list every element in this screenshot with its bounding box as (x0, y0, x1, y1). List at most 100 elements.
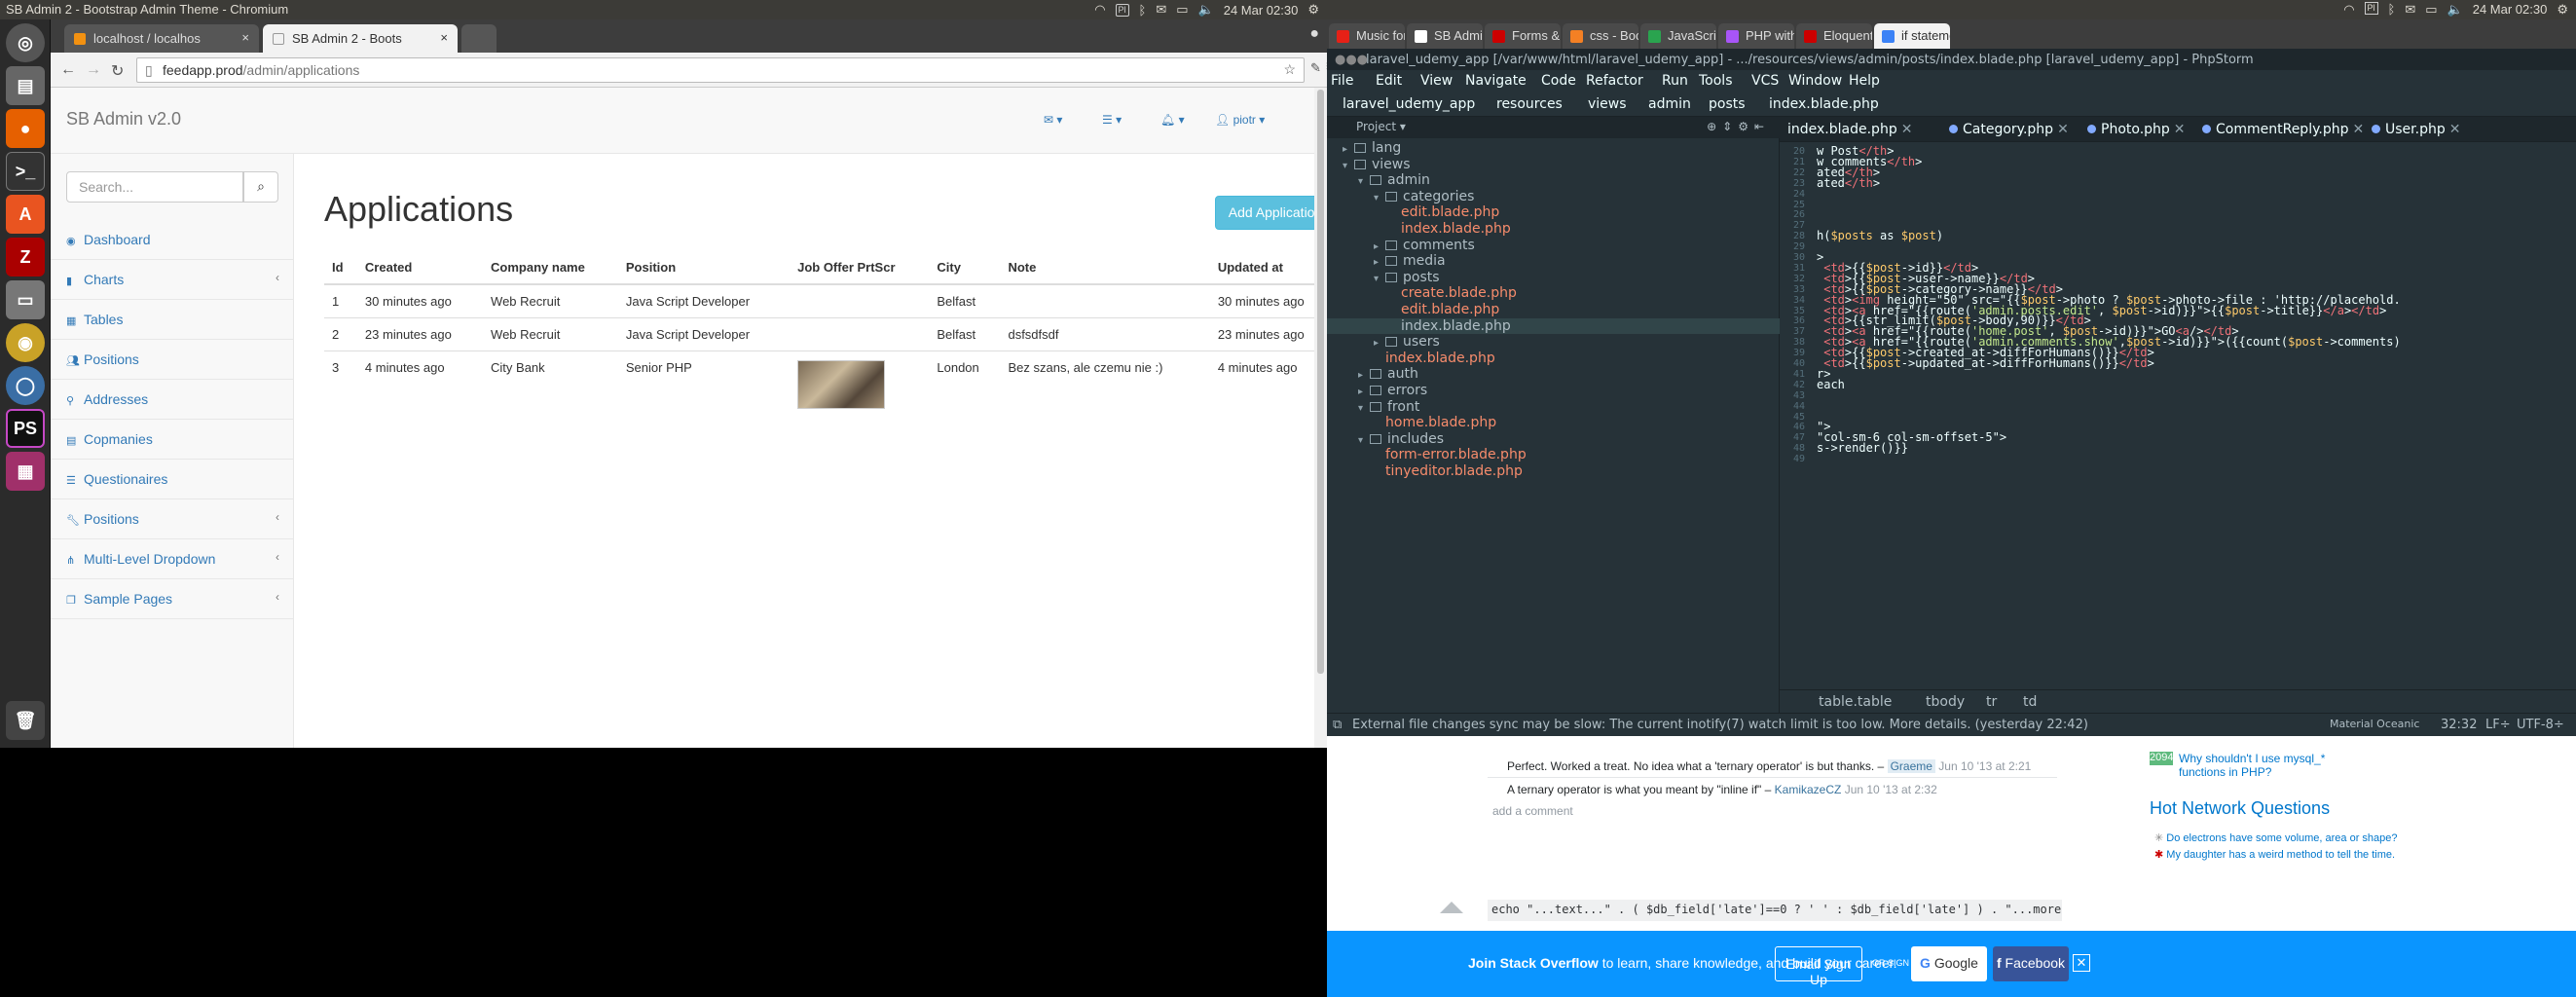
menu-vcs[interactable]: VCS (1751, 73, 1779, 89)
tree-file[interactable]: edit.blade.php (1389, 302, 1499, 317)
forward-icon[interactable]: → (86, 61, 101, 79)
close-icon[interactable]: ✕ (2174, 122, 2186, 137)
breadcrumb-item[interactable]: resources (1496, 96, 1563, 112)
editor-breadcrumb-item[interactable]: tbody (1926, 694, 1965, 710)
browser-tab[interactable]: Eloquent: Rel (1796, 23, 1872, 49)
window-controls-icon[interactable]: ●●● (1335, 53, 1368, 67)
job-offer-screenshot[interactable] (797, 360, 886, 409)
breadcrumb-item[interactable]: admin (1648, 96, 1691, 112)
sidebar-item-dashboard[interactable]: ◉ Dashboard (51, 220, 293, 260)
menu-help[interactable]: Help (1849, 73, 1880, 89)
comment-user-link[interactable]: Graeme (1887, 759, 1935, 773)
tree-file[interactable]: index.blade.php (1389, 221, 1511, 237)
sidebar-item-charts[interactable]: ▮ Charts ‹ (51, 260, 293, 300)
profile-icon[interactable]: ● (1309, 25, 1319, 43)
sidebar-item-multi-level-dropdown[interactable]: ⋔ Multi-Level Dropdown ‹ (51, 539, 293, 579)
terminal-icon[interactable]: >_ (6, 152, 45, 191)
menu-file[interactable]: File (1331, 73, 1353, 89)
breadcrumb-item[interactable]: views (1588, 96, 1627, 112)
mail-icon[interactable]: ✉ (1156, 2, 1166, 18)
tasks-dropdown-icon[interactable]: ☰ ▾ (1102, 113, 1122, 127)
wifi-icon[interactable]: ◠ (1094, 2, 1105, 18)
menu-view[interactable]: View (1420, 73, 1453, 89)
tab-phpmyadmin[interactable]: localhost / localhos × (64, 24, 259, 53)
phpstorm-icon[interactable]: PS (6, 409, 45, 448)
settings-gear-icon[interactable]: ⚙ (1307, 2, 1319, 18)
volume-icon[interactable]: 🔈 (2447, 2, 2463, 18)
editor-tab[interactable]: index.blade.php ✕ (1787, 122, 1912, 137)
sidebar-item-positions[interactable]: 👥︎ Positions (51, 340, 293, 380)
tab-sb-admin[interactable]: SB Admin 2 - Boots × (263, 24, 458, 53)
page-info-icon[interactable]: ▯ (145, 62, 153, 79)
search-button[interactable]: ⌕ (243, 171, 278, 203)
close-icon[interactable]: ✕ (2449, 122, 2461, 137)
browser-tab[interactable]: if statement (1874, 23, 1950, 49)
chevron-right-icon[interactable]: ▸ (1358, 387, 1370, 397)
bluetooth-icon[interactable]: ᛒ (2388, 2, 2396, 18)
close-icon[interactable]: × (241, 30, 249, 45)
caret-position[interactable]: 32:32 (2441, 718, 2477, 732)
table-row[interactable]: 34 minutes ago City Bank Senior PHP London B… (324, 351, 1336, 421)
chevron-right-icon[interactable]: ▸ (1374, 257, 1385, 268)
editor-tab[interactable]: User.php ✕ (2372, 122, 2460, 137)
user-dropdown[interactable]: 👤︎ piotr ▾ (1215, 113, 1265, 127)
tree-folder[interactable]: ▸ errors (1358, 383, 1427, 398)
add-comment-link[interactable]: add a comment (1492, 804, 1573, 818)
table-row[interactable]: 1 30 minutes ago Web Recruit Java Script De… (324, 283, 1336, 318)
sidebar-item-tables[interactable]: ▦ Tables (51, 300, 293, 340)
tree-file[interactable]: edit.blade.php (1389, 204, 1499, 220)
tree-folder[interactable]: ▾ categories (1374, 189, 1474, 204)
tree-file[interactable]: tinyeditor.blade.php (1374, 463, 1523, 479)
hot-network-title[interactable]: Hot Network Questions (2150, 798, 2330, 819)
chevron-right-icon[interactable]: ▸ (1343, 144, 1354, 155)
notification-icon[interactable]: ⧉ (1333, 718, 1342, 732)
breadcrumb-item[interactable]: index.blade.php (1769, 96, 1879, 112)
tree-folder[interactable]: ▾ includes (1358, 431, 1444, 447)
browser-tab[interactable]: css - Bootstra (1563, 23, 1638, 49)
new-tab-button[interactable] (461, 24, 497, 53)
battery-icon[interactable]: ▭ (2425, 2, 2437, 18)
status-message[interactable]: External file changes sync may be slow: … (1352, 718, 2088, 732)
editor-tab[interactable]: CommentReply.php ✕ (2202, 122, 2364, 137)
hot-question-link[interactable]: ✱ My daughter has a weird method to tell… (2154, 848, 2395, 861)
bluetooth-icon[interactable]: ᛒ (1139, 3, 1147, 18)
close-icon[interactable]: ✕ (2057, 122, 2069, 137)
chevron-down-icon[interactable]: ▾ (1374, 193, 1385, 203)
clock[interactable]: 24 Mar 02:30 (1224, 3, 1299, 18)
back-icon[interactable]: ← (60, 61, 76, 79)
panel-tools-icon[interactable]: ⊕⇕⚙⇤ (1707, 120, 1770, 133)
workspace-icon[interactable]: ▦ (6, 452, 45, 491)
chevron-right-icon[interactable]: ▸ (1358, 370, 1370, 381)
trash-icon[interactable]: 🗑 (6, 701, 45, 740)
clock[interactable]: 24 Mar 02:30 (2473, 2, 2548, 18)
tree-folder[interactable]: ▾ posts (1374, 270, 1440, 285)
related-question-link[interactable]: Why shouldn't I use mysql_* functions in… (2179, 752, 2354, 779)
sidebar-item-copmanies[interactable]: ▤ Copmanies (51, 420, 293, 460)
editor-breadcrumb-item[interactable]: table.table (1819, 694, 1892, 710)
tree-folder[interactable]: ▸ users (1374, 334, 1440, 350)
editor-tab[interactable]: Category.php ✕ (1949, 122, 2069, 137)
browser-tab[interactable]: Forms & HTM (1485, 23, 1561, 49)
keyboard-layout-icon[interactable]: Pl (1115, 3, 1129, 17)
search-input[interactable]: Search... (66, 171, 243, 203)
app-icon[interactable]: ◉ (6, 323, 45, 362)
tree-folder[interactable]: ▾ views (1343, 157, 1411, 172)
menu-refactor[interactable]: Refactor (1586, 73, 1643, 89)
keyboard-layout-icon[interactable]: Pl (2364, 2, 2378, 15)
address-bar[interactable]: ▯ feedapp.prod/admin/applications ☆ (136, 57, 1305, 83)
menu-code[interactable]: Code (1541, 73, 1576, 89)
software-center-icon[interactable]: A (6, 195, 45, 234)
settings-gear-icon[interactable]: ⚙ (2557, 2, 2568, 18)
mail-icon[interactable]: ✉ (2405, 2, 2415, 18)
chevron-down-icon[interactable]: ▾ (1358, 403, 1370, 414)
tree-file[interactable]: create.blade.php (1389, 285, 1517, 301)
tree-file[interactable]: form-error.blade.php (1374, 447, 1527, 462)
browser-tab[interactable]: SB Admin 2 - Boo (1407, 23, 1483, 49)
editor-breadcrumb-item[interactable]: tr (1986, 694, 1997, 710)
project-label[interactable]: Project (1356, 120, 1396, 133)
comment-user-link[interactable]: KamikazeCZ (1775, 783, 1842, 796)
menu-run[interactable]: Run (1662, 73, 1688, 89)
menu-window[interactable]: Window (1788, 73, 1842, 89)
chromium-icon[interactable]: ◯ (6, 366, 45, 405)
menu-tools[interactable]: Tools (1699, 73, 1733, 89)
